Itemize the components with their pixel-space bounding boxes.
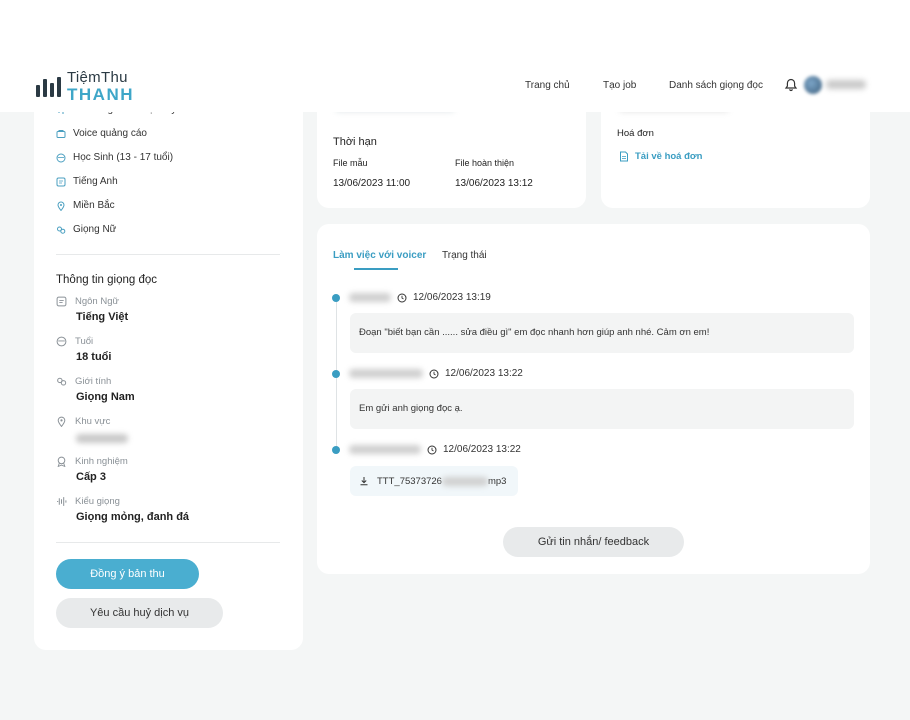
experience-icon bbox=[57, 456, 66, 467]
megaphone-icon bbox=[56, 129, 66, 138]
voice-info-title: Thông tin giọng đọc bbox=[56, 274, 158, 286]
info-value-experience: Cấp 3 bbox=[76, 471, 106, 483]
nav-voice-list[interactable]: Danh sách giọng đọc bbox=[669, 80, 763, 91]
logo-bars-icon bbox=[36, 76, 61, 97]
divider bbox=[56, 254, 280, 255]
nav-create-job[interactable]: Tạo job bbox=[603, 80, 636, 91]
tag-item: Giọng Nữ bbox=[56, 224, 116, 235]
timestamp: 12/06/2023 13:19 bbox=[413, 292, 491, 303]
message-bubble: Đoạn "biết bạn cần ...... sửa điều gì" e… bbox=[350, 313, 854, 353]
language-icon bbox=[56, 177, 66, 186]
active-tab-indicator bbox=[354, 268, 398, 270]
brand-line2: THANH bbox=[67, 85, 134, 104]
info-label-voice-style: Kiểu giọng bbox=[56, 496, 120, 507]
cancel-service-button[interactable]: Yêu cầu huỷ dịch vụ bbox=[56, 598, 223, 628]
waveform-icon bbox=[57, 497, 67, 506]
site-header: TiệmThu THANH Trang chủ Tạo job Danh sác… bbox=[0, 60, 910, 112]
divider bbox=[56, 542, 280, 543]
info-label-region: Khu vực bbox=[56, 416, 110, 427]
timeline-dot bbox=[332, 370, 340, 378]
info-value-voice-style: Giọng mỏng, đanh đá bbox=[76, 511, 190, 523]
voice-detail-card: Nền lồng video trực tuyến Voice quảng cá… bbox=[34, 96, 303, 650]
timeline-entry-header: 12/06/2023 13:19 bbox=[349, 292, 491, 303]
deadline-title: Thời hạn bbox=[333, 136, 377, 148]
location-icon bbox=[57, 416, 66, 427]
timeline-entry-header: 12/06/2023 13:22 bbox=[349, 444, 521, 455]
sender-name-blurred bbox=[349, 293, 391, 302]
face-icon bbox=[56, 153, 66, 162]
info-value-language: Tiếng Việt bbox=[76, 311, 129, 323]
clock-icon bbox=[427, 445, 437, 454]
language-icon bbox=[56, 296, 67, 307]
nav-home[interactable]: Trang chủ bbox=[525, 80, 570, 91]
avatar[interactable] bbox=[804, 76, 822, 94]
clock-icon bbox=[397, 293, 407, 302]
download-icon bbox=[360, 477, 368, 486]
final-file-label: File hoàn thiện bbox=[455, 158, 515, 168]
location-icon bbox=[57, 201, 65, 211]
timeline-dot bbox=[332, 446, 340, 454]
timeline-dot bbox=[332, 294, 340, 302]
accept-recording-button[interactable]: Đồng ý bản thu bbox=[56, 559, 199, 589]
send-feedback-button[interactable]: Gửi tin nhắn/ feedback bbox=[503, 527, 684, 557]
info-value-gender: Giọng Nam bbox=[76, 391, 135, 403]
tab-work-with-voicer[interactable]: Làm việc với voicer bbox=[333, 250, 426, 261]
timestamp: 12/06/2023 13:22 bbox=[445, 368, 523, 379]
file-extension: mp3 bbox=[487, 475, 507, 487]
bell-icon[interactable] bbox=[784, 78, 798, 92]
brand-logo[interactable]: TiệmThu THANH bbox=[36, 70, 134, 103]
file-name-blurred bbox=[441, 476, 488, 486]
deadline-card: Thời hạn File mẫu 13/06/2023 11:00 File … bbox=[317, 96, 586, 208]
tag-item: Học Sinh (13 - 17 tuổi) bbox=[56, 152, 173, 163]
info-value-region-blurred bbox=[76, 434, 128, 443]
invoice-label: Hoá đơn bbox=[617, 128, 654, 139]
tag-label: Học Sinh (13 - 17 tuổi) bbox=[73, 152, 174, 163]
timeline-entry-header: 12/06/2023 13:22 bbox=[349, 368, 523, 379]
face-icon bbox=[56, 336, 67, 347]
tab-status[interactable]: Trạng thái bbox=[442, 250, 487, 261]
workspace-card: Làm việc với voicer Trạng thái 12/06/202… bbox=[317, 224, 870, 574]
info-label-experience: Kinh nghiệm bbox=[56, 456, 128, 467]
sample-file-label: File mẫu bbox=[333, 158, 368, 168]
tag-label: Voice quảng cáo bbox=[73, 128, 147, 139]
download-invoice-link[interactable]: Tải về hoá đơn bbox=[619, 151, 702, 162]
tag-label: Tiếng Anh bbox=[73, 176, 118, 187]
info-value-age: 18 tuổi bbox=[76, 351, 112, 363]
tag-label: Giọng Nữ bbox=[73, 224, 117, 235]
clock-icon bbox=[429, 369, 439, 378]
sample-file-date: 13/06/2023 11:00 bbox=[333, 178, 411, 189]
file-name-prefix: TTT_75373726 bbox=[377, 475, 442, 487]
gender-icon bbox=[57, 226, 66, 234]
info-label-gender: Giới tính bbox=[56, 376, 111, 387]
attached-file[interactable]: TTT_75373726 mp3 bbox=[350, 466, 518, 496]
document-icon bbox=[620, 151, 628, 162]
tag-item: Voice quảng cáo bbox=[56, 128, 147, 139]
brand-line1: TiệmThu bbox=[67, 69, 128, 86]
tag-label: Miền Bắc bbox=[73, 200, 115, 211]
tag-item: Miền Bắc bbox=[56, 200, 115, 211]
invoice-card: Hoá đơn Tải về hoá đơn bbox=[601, 96, 870, 208]
user-name-blurred[interactable] bbox=[826, 80, 866, 89]
timestamp: 12/06/2023 13:22 bbox=[443, 444, 521, 455]
final-file-date: 13/06/2023 13:12 bbox=[455, 178, 533, 189]
gender-icon bbox=[57, 377, 67, 386]
sender-name-blurred bbox=[349, 445, 421, 454]
info-label-age: Tuổi bbox=[56, 336, 93, 347]
tag-item: Tiếng Anh bbox=[56, 176, 118, 187]
message-bubble: Em gửi anh giọng đọc ạ. bbox=[350, 389, 854, 429]
info-label-language: Ngôn Ngữ bbox=[56, 296, 119, 307]
sender-name-blurred bbox=[349, 369, 423, 378]
